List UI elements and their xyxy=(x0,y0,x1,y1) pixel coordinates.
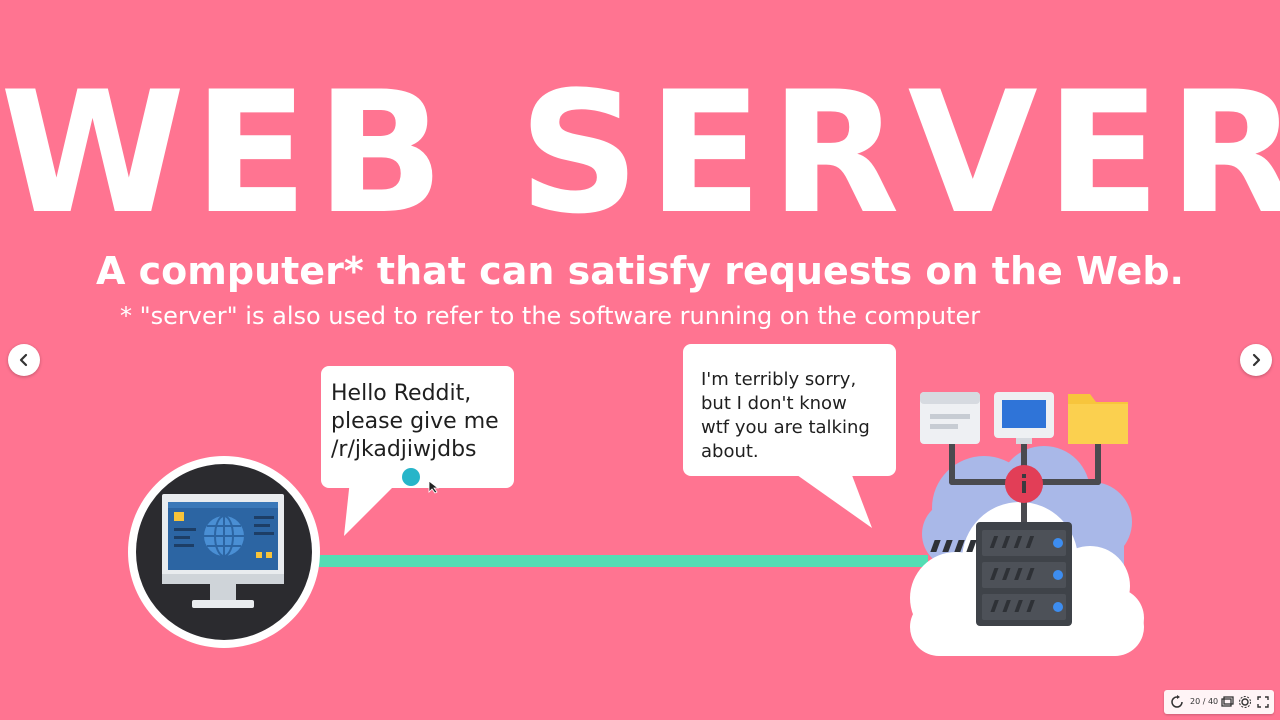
page-indicator: 20 / 40 xyxy=(1190,697,1219,706)
settings-icon[interactable] xyxy=(1238,695,1252,709)
server-speech-bubble: I'm terribly sorry, but I don't know wtf… xyxy=(683,344,896,476)
slides-icon[interactable] xyxy=(1220,695,1234,709)
player-controls: 20 / 40 xyxy=(1164,690,1274,714)
connection-line xyxy=(316,555,928,567)
client-bubble-tail xyxy=(344,480,400,536)
slide-subtitle: A computer* that can satisfy requests on… xyxy=(96,249,1184,293)
monitor-icon xyxy=(994,392,1054,444)
server-bubble-text: I'm terribly sorry, but I don't know wtf… xyxy=(701,369,870,462)
client-bubble-text: Hello Reddit, please give me /r/jkadjiwj… xyxy=(331,381,499,462)
browser-window-icon xyxy=(920,392,980,444)
slide-canvas: WEB SERVER A computer* that can satisfy … xyxy=(0,0,1280,720)
cursor-dot xyxy=(402,468,420,486)
folder-icon xyxy=(1068,394,1128,444)
desktop-computer-icon xyxy=(128,456,320,648)
previous-slide-button[interactable] xyxy=(8,344,40,376)
chevron-left-icon xyxy=(19,353,28,367)
server-cloud-illustration xyxy=(910,392,1144,656)
fullscreen-icon[interactable] xyxy=(1256,695,1270,709)
server-bubble-tail xyxy=(790,470,872,528)
client-speech-bubble: Hello Reddit, please give me /r/jkadjiwj… xyxy=(321,366,514,488)
chevron-right-icon xyxy=(1252,353,1261,367)
next-slide-button[interactable] xyxy=(1240,344,1272,376)
slide-footnote: * "server" is also used to refer to the … xyxy=(120,302,981,330)
replay-icon[interactable] xyxy=(1170,695,1184,709)
mouse-pointer-icon xyxy=(428,480,440,494)
slide-title: WEB SERVER xyxy=(0,55,1280,251)
